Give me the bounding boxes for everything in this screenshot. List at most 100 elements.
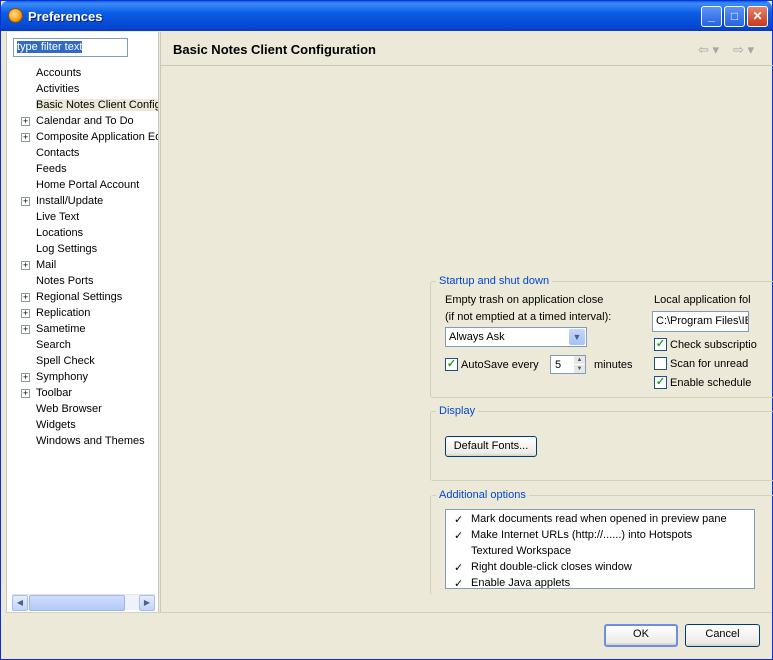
- tree-item[interactable]: + Symphony: [7, 370, 158, 386]
- cancel-button[interactable]: Cancel: [685, 624, 760, 647]
- expand-plus-icon[interactable]: +: [21, 325, 30, 334]
- expand-plus-icon[interactable]: +: [21, 133, 30, 142]
- scroll-left-button[interactable]: ◀: [12, 595, 28, 611]
- minimize-button[interactable]: _: [701, 6, 722, 27]
- checkmark-icon: ✓: [454, 514, 464, 526]
- tree-item-label: Install/Update: [36, 195, 104, 207]
- display-group: Display Default Fonts...: [430, 405, 773, 481]
- check-subscriptions-checkbox[interactable]: ✓: [654, 338, 667, 351]
- tree-item[interactable]: Search: [7, 338, 158, 354]
- arrow-left-icon: ◀: [16, 598, 24, 607]
- expand-plus-icon[interactable]: +: [21, 261, 30, 270]
- tree-item[interactable]: Windows and Themes: [7, 434, 158, 450]
- list-item[interactable]: ✓ Mark documents read when opened in prev…: [446, 512, 754, 528]
- arrow-right-icon: ▶: [143, 598, 151, 607]
- autosave-label: AutoSave every: [461, 359, 539, 371]
- maximize-button[interactable]: □: [724, 6, 745, 27]
- chevron-down-icon[interactable]: ▼: [569, 329, 585, 345]
- expand-plus-icon[interactable]: +: [21, 389, 30, 398]
- list-item-label: Textured Workspace: [471, 545, 572, 557]
- default-fonts-button[interactable]: Default Fonts...: [445, 436, 537, 457]
- title-bar[interactable]: Preferences _ □ ✕: [1, 1, 772, 31]
- additional-options-group: Additional options ✓ Mark documents read …: [430, 489, 773, 595]
- tree-item[interactable]: + Regional Settings: [7, 290, 158, 306]
- notes-app-icon: [8, 8, 23, 23]
- list-item[interactable]: ✓ Make Internet URLs (http://......) into…: [446, 528, 754, 544]
- expand-plus-icon[interactable]: +: [21, 197, 30, 206]
- tree-item-label: Regional Settings: [36, 291, 123, 303]
- tree-item[interactable]: + Composite Application Ed: [7, 130, 158, 146]
- empty-trash-select[interactable]: Always Ask ▼: [445, 327, 587, 347]
- list-item[interactable]: ✓ Right double-click closes window: [446, 560, 754, 576]
- tree-item[interactable]: Accounts: [7, 66, 158, 82]
- tree-item-label: Contacts: [36, 147, 80, 159]
- tree-item[interactable]: Log Settings: [7, 242, 158, 258]
- tree-item-label: Notes Ports: [36, 275, 94, 287]
- tree-item[interactable]: + Calendar and To Do: [7, 114, 158, 130]
- empty-trash-value: Always Ask: [449, 331, 505, 343]
- tree-item[interactable]: Home Portal Account: [7, 178, 158, 194]
- scan-unread-checkbox[interactable]: [654, 357, 667, 370]
- list-item-label: Right double-click closes window: [471, 561, 632, 573]
- tree-item-label: Live Text: [36, 211, 80, 223]
- tree-item-label: Sametime: [36, 323, 86, 335]
- tree-item[interactable]: Spell Check: [7, 354, 158, 370]
- expand-plus-icon[interactable]: +: [21, 293, 30, 302]
- close-button[interactable]: ✕: [747, 6, 768, 27]
- tree-item-label: Widgets: [36, 419, 76, 431]
- tree-item-label: Basic Notes Client Config: [36, 99, 158, 111]
- tree-item[interactable]: + Sametime: [7, 322, 158, 338]
- additional-options-title: Additional options: [436, 489, 529, 501]
- list-item[interactable]: ✓ Enable Java applets: [446, 576, 754, 589]
- tree-item[interactable]: + Toolbar: [7, 386, 158, 402]
- scroll-thumb[interactable]: [29, 595, 125, 611]
- tree-item[interactable]: + Mail: [7, 258, 158, 274]
- tree-item-label: Web Browser: [36, 403, 102, 415]
- preferences-nav-pane: type filter text Accounts Activities Basic…: [6, 32, 159, 612]
- expand-plus-icon[interactable]: +: [21, 309, 30, 318]
- checkmark-icon: ✓: [454, 530, 464, 542]
- autosave-stepper[interactable]: 5 ▲ ▼: [550, 355, 586, 374]
- page-title: Basic Notes Client Configuration: [173, 42, 376, 57]
- tree-item[interactable]: Contacts: [7, 146, 158, 162]
- tree-item[interactable]: + Replication: [7, 306, 158, 322]
- tree-item[interactable]: Widgets: [7, 418, 158, 434]
- stepper-up-icon[interactable]: ▲: [574, 356, 585, 364]
- autosave-checkbox[interactable]: ✓: [445, 358, 458, 371]
- filter-text: type filter text: [17, 41, 83, 53]
- tree-item[interactable]: Feeds: [7, 162, 158, 178]
- preferences-content-pane: Basic Notes Client Configuration ⇦ ▾ ⇨ ▾…: [160, 32, 773, 612]
- list-item-label: Enable Java applets: [471, 577, 571, 589]
- autosave-value: 5: [555, 359, 562, 371]
- expand-plus-icon[interactable]: +: [21, 117, 30, 126]
- scroll-right-button[interactable]: ▶: [139, 595, 155, 611]
- filter-input[interactable]: type filter text: [13, 38, 128, 57]
- tree-item[interactable]: Activities: [7, 82, 158, 98]
- back-arrow-icon[interactable]: ⇦ ▾: [698, 42, 719, 58]
- tree-item-label: Home Portal Account: [36, 179, 140, 191]
- tree-item[interactable]: Web Browser: [7, 402, 158, 418]
- list-item-label: Make Internet URLs (http://......) into …: [471, 529, 693, 541]
- tree-item[interactable]: Locations: [7, 226, 158, 242]
- horizontal-scrollbar[interactable]: ◀ ▶: [12, 594, 155, 611]
- empty-trash-label: Empty trash on application close: [445, 294, 604, 306]
- tree-item-label: Spell Check: [36, 355, 95, 367]
- additional-options-list[interactable]: ✓ Mark documents read when opened in prev…: [445, 509, 755, 589]
- scan-unread-label: Scan for unread: [670, 358, 749, 370]
- tree-item[interactable]: Notes Ports: [7, 274, 158, 290]
- close-icon: ✕: [752, 9, 763, 23]
- list-item[interactable]: Textured Workspace: [446, 544, 754, 560]
- enable-scheduled-checkbox[interactable]: ✓: [654, 376, 667, 389]
- local-folder-field[interactable]: C:\Program Files\IB: [652, 311, 749, 332]
- stepper-down-icon[interactable]: ▼: [574, 365, 585, 373]
- tree-item[interactable]: Basic Notes Client Config: [7, 98, 158, 114]
- tree-item-label: Search: [36, 339, 71, 351]
- local-folder-label: Local application fol: [654, 294, 751, 306]
- forward-arrow-icon[interactable]: ⇨ ▾: [733, 42, 754, 58]
- tree-item[interactable]: Live Text: [7, 210, 158, 226]
- ok-button[interactable]: OK: [604, 624, 678, 647]
- dialog-button-bar: OK Cancel: [6, 612, 772, 660]
- tree-item[interactable]: + Install/Update: [7, 194, 158, 210]
- expand-plus-icon[interactable]: +: [21, 373, 30, 382]
- empty-trash-sublabel: (if not emptied at a timed interval):: [445, 311, 612, 323]
